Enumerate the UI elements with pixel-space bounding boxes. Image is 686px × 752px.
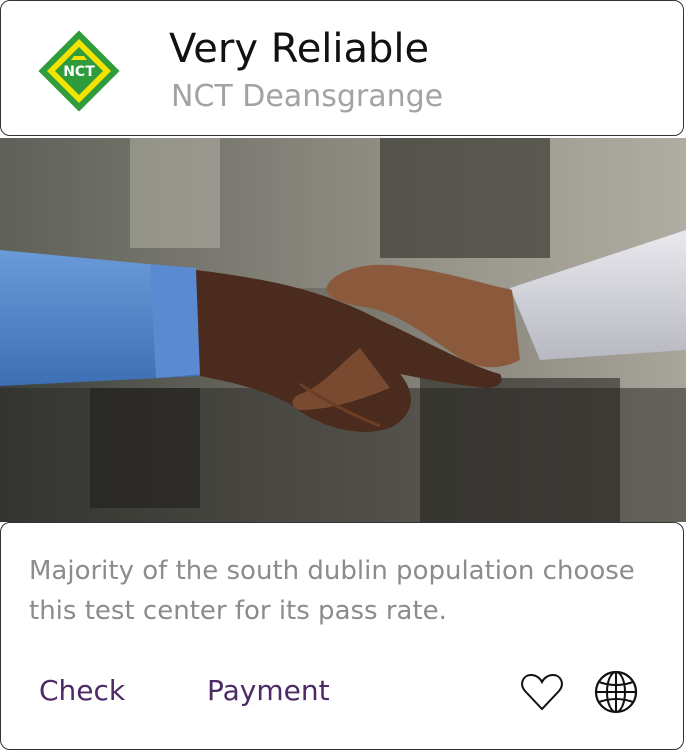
svg-text:NCT: NCT (63, 64, 95, 80)
nct-logo: NCT (35, 27, 123, 115)
card-header: NCT Very Reliable NCT Deansgrange (0, 0, 684, 136)
heart-icon[interactable] (519, 669, 565, 715)
handshake-photo-icon (0, 138, 686, 522)
hero-image (0, 138, 686, 522)
payment-button[interactable]: Payment (207, 671, 330, 711)
page-title: Very Reliable (169, 26, 430, 72)
location-subtitle: NCT Deansgrange (171, 79, 444, 114)
globe-icon[interactable] (593, 669, 639, 715)
card-body: Majority of the south dublin population … (0, 522, 684, 750)
check-button[interactable]: Check (39, 671, 125, 711)
description-text: Majority of the south dublin population … (29, 556, 635, 626)
